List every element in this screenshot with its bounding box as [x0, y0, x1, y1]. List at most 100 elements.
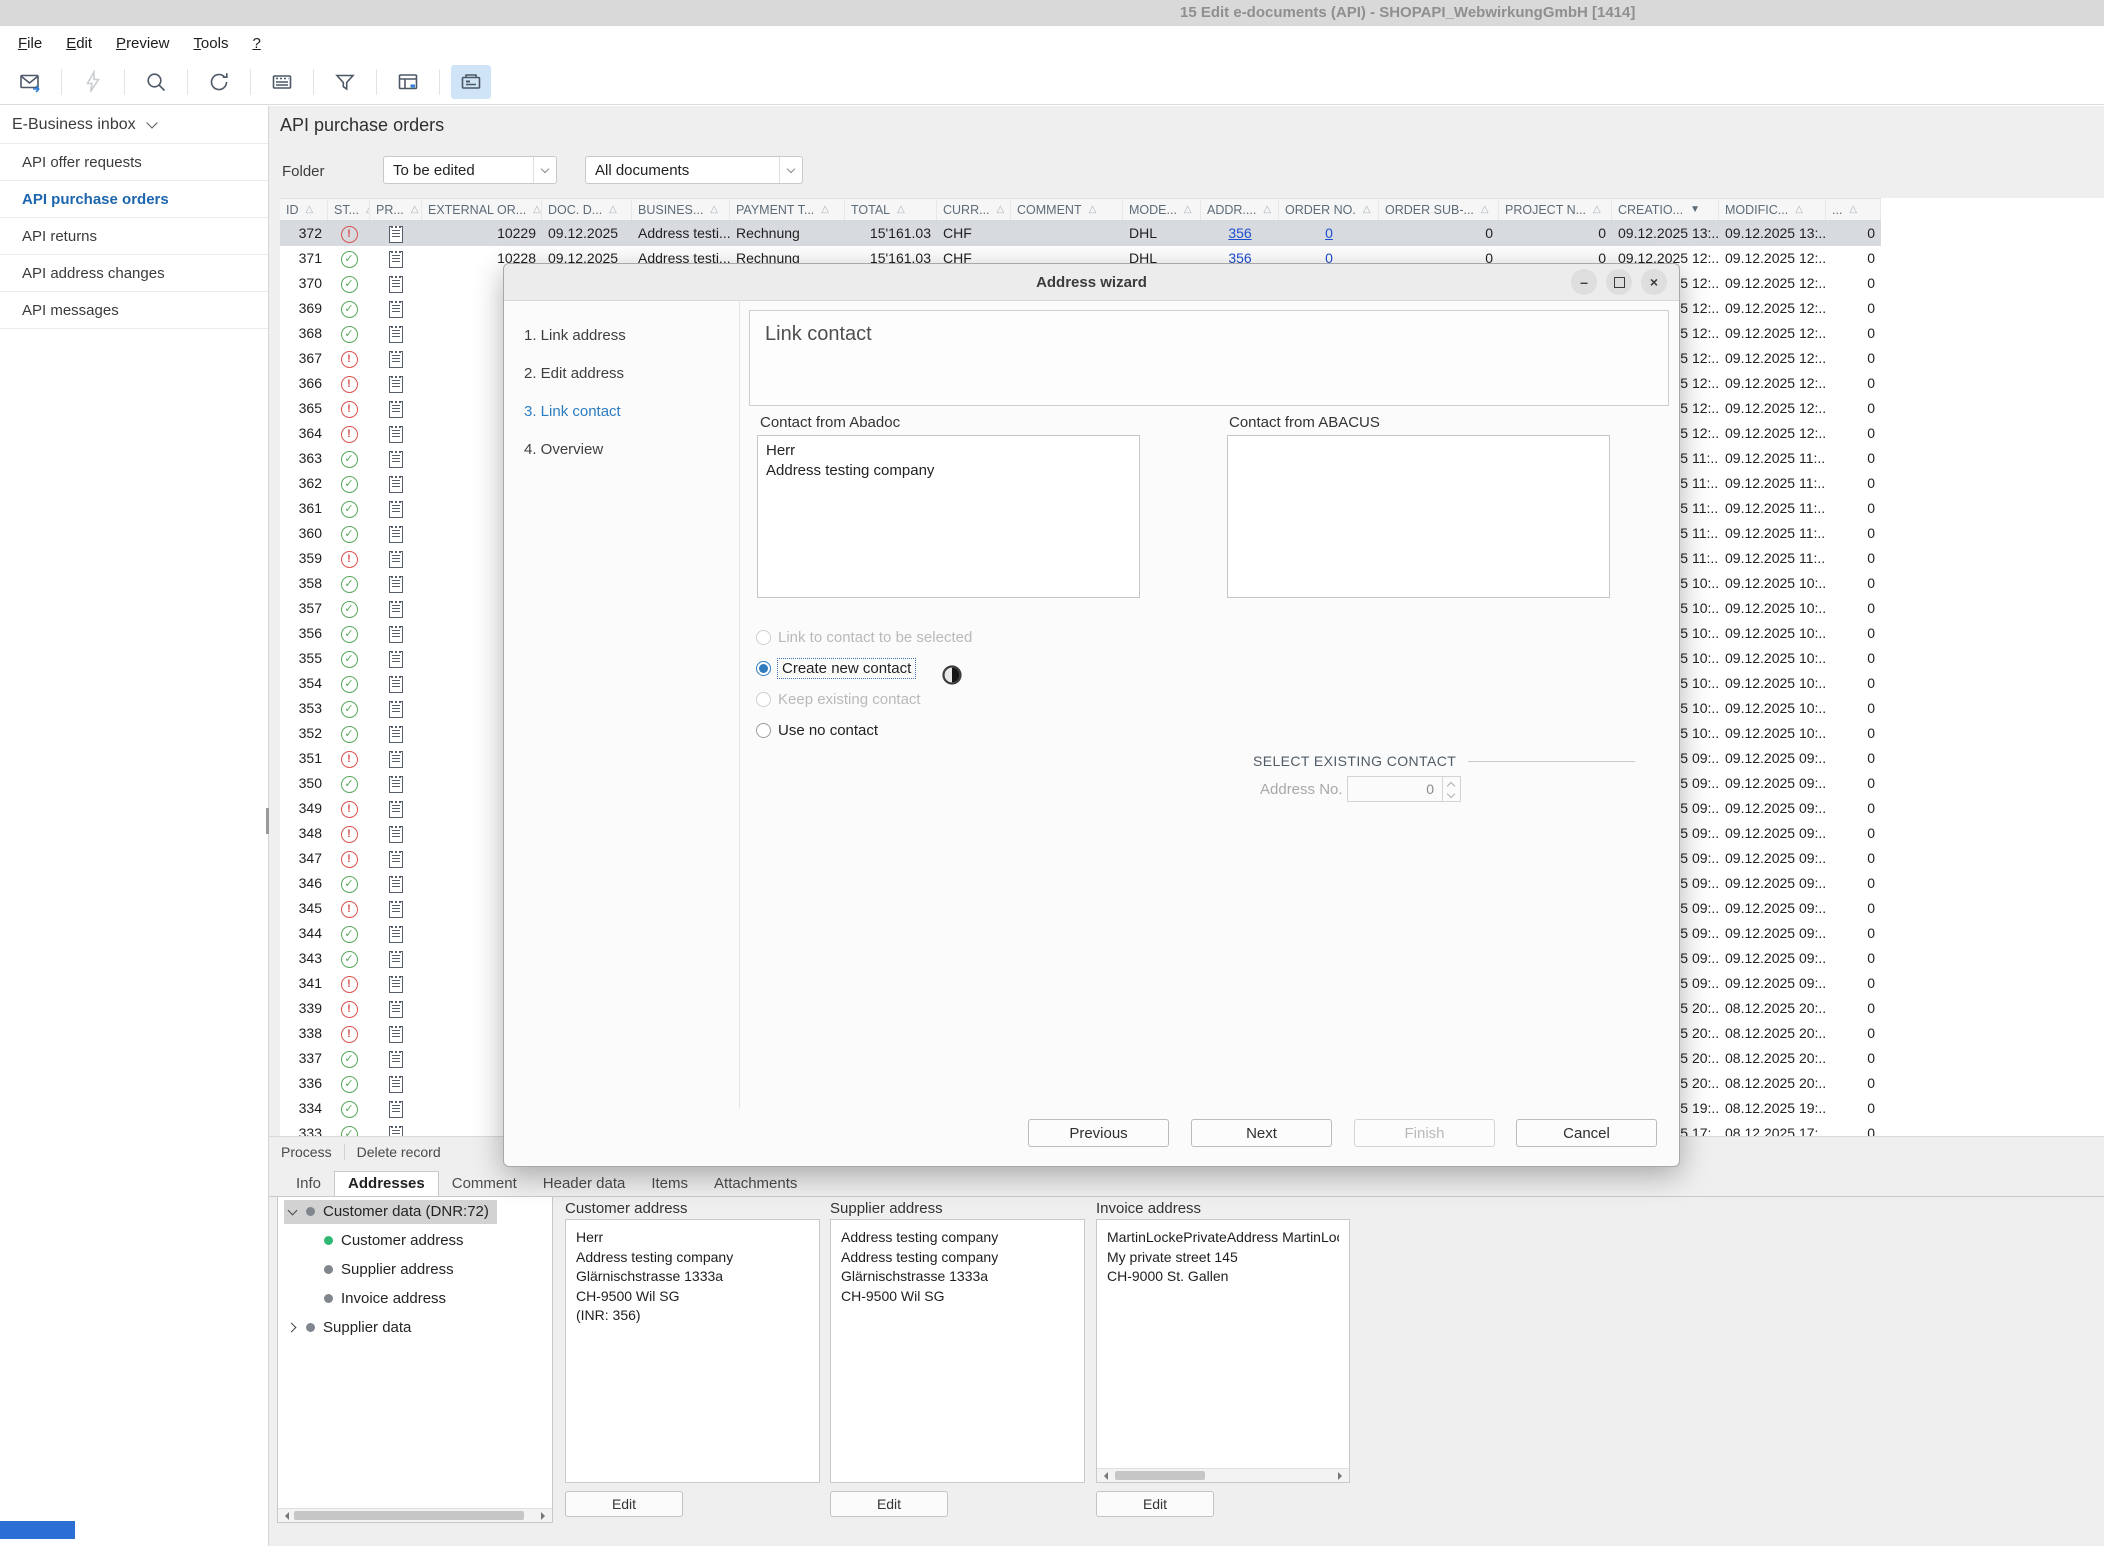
delete-record-link[interactable]: Delete record [345, 1144, 453, 1160]
cell-id: 349 [298, 800, 322, 816]
col-header-docd[interactable]: DOC. D... △ [542, 199, 632, 220]
tree-item-invoice-address[interactable]: Invoice address [278, 1284, 552, 1313]
tree-item-supplier-data[interactable]: Supplier data [278, 1313, 552, 1342]
tab-attachments[interactable]: Attachments [701, 1172, 810, 1196]
chevron-down-icon[interactable] [533, 157, 556, 183]
sidebar-header[interactable]: E-Business inbox [0, 106, 268, 144]
contact-list-item[interactable]: Address testing company [766, 461, 1131, 481]
toolbar-filter-icon[interactable] [325, 65, 365, 99]
scrollbar-thumb[interactable] [1115, 1471, 1205, 1480]
address-line: CH-9500 Wil SG [841, 1287, 945, 1304]
tab-info[interactable]: Info [283, 1172, 334, 1196]
menu-edit[interactable]: Edit [54, 35, 104, 52]
sidebar-item-api-returns[interactable]: API returns [0, 218, 268, 255]
abacus-contact-list[interactable] [1227, 435, 1610, 598]
radio-link-to-contact-to-be-selected[interactable]: Link to contact to be selected [756, 625, 972, 649]
tree-item-supplier-address[interactable]: Supplier address [278, 1255, 552, 1284]
sidebar-item-api-offer-requests[interactable]: API offer requests [0, 144, 268, 181]
previous-button[interactable]: Previous [1028, 1119, 1169, 1147]
document-icon [389, 1075, 403, 1093]
scroll-right-icon[interactable] [541, 1512, 549, 1520]
chevron-down-icon[interactable] [286, 1205, 300, 1219]
col-header-busines[interactable]: BUSINES... △ [632, 199, 730, 220]
sidebar-item-api-messages[interactable]: API messages [0, 292, 268, 329]
radio-label: Create new contact [776, 657, 917, 679]
close-icon[interactable]: × [1641, 269, 1667, 295]
abadoc-contact-list[interactable]: Herr Address testing company [757, 435, 1140, 598]
toolbar-table-window-icon[interactable] [388, 65, 428, 99]
next-button[interactable]: Next [1191, 1119, 1332, 1147]
scroll-right-icon[interactable] [1338, 1472, 1346, 1480]
edit-invoice-address-button[interactable]: Edit [1096, 1491, 1214, 1517]
col-header-ordersub[interactable]: ORDER SUB-... △ [1379, 199, 1499, 220]
col-header-addr[interactable]: ADDR.... △ [1201, 199, 1279, 220]
edit-customer-address-button[interactable]: Edit [565, 1491, 683, 1517]
vertical-scrollbar-thumb[interactable] [266, 808, 269, 834]
page-title: API purchase orders [280, 115, 445, 135]
wizard-step-4-overview[interactable]: 4. Overview [524, 441, 603, 458]
col-header-modific[interactable]: MODIFIC... △ [1719, 199, 1826, 220]
col-header-external[interactable]: EXTERNAL OR... △ [422, 199, 542, 220]
col-header-pr[interactable]: PR... △ [370, 199, 422, 220]
contact-list-item[interactable]: Herr [766, 441, 1131, 461]
maximize-icon[interactable] [1606, 269, 1632, 295]
toolbar-lightning-icon[interactable] [73, 65, 113, 99]
tab-items[interactable]: Items [638, 1172, 701, 1196]
edit-supplier-address-button[interactable]: Edit [830, 1491, 948, 1517]
tree-item-customer-address[interactable]: Customer address [278, 1226, 552, 1255]
address-no-input[interactable]: 0 [1347, 776, 1443, 802]
finish-button[interactable]: Finish [1354, 1119, 1495, 1147]
cell-more: 0 [1867, 475, 1875, 491]
col-header-curr[interactable]: CURR... △ [937, 199, 1011, 220]
col-header-comment[interactable]: COMMENT △ [1011, 199, 1123, 220]
col-header-creatio[interactable]: CREATIO... ▼ [1612, 199, 1719, 220]
cell-id: 357 [298, 600, 322, 616]
col-header-mode[interactable]: MODE... △ [1123, 199, 1201, 220]
col-header-payment[interactable]: PAYMENT T... △ [730, 199, 845, 220]
process-link[interactable]: Process [269, 1144, 344, 1160]
toolbar-send-document-icon[interactable] [10, 65, 50, 99]
wizard-step-3-link-contact[interactable]: 3. Link contact [524, 403, 621, 420]
scroll-left-icon[interactable] [1100, 1472, 1108, 1480]
col-header-project[interactable]: PROJECT N... △ [1499, 199, 1612, 220]
menu-item[interactable]: ? [240, 35, 272, 52]
table-row[interactable]: 372! 10229 09.12.2025 Address testi... Rechn… [280, 221, 1881, 246]
col-header-st[interactable]: ST...△ [328, 199, 370, 220]
tab-comment[interactable]: Comment [439, 1172, 530, 1196]
toolbar-preview-panel-icon[interactable] [451, 65, 491, 99]
addr-link[interactable]: 356 [1228, 225, 1251, 241]
sidebar-item-api-address-changes[interactable]: API address changes [0, 255, 268, 292]
chevron-right-icon[interactable] [286, 1321, 300, 1335]
col-header-more[interactable]: ... △ [1826, 199, 1881, 220]
tree-horizontal-scrollbar[interactable] [278, 1508, 552, 1522]
col-header-total[interactable]: TOTAL △ [845, 199, 937, 220]
scroll-left-icon[interactable] [281, 1512, 289, 1520]
wizard-step-2-edit-address[interactable]: 2. Edit address [524, 365, 624, 382]
orderno-link[interactable]: 0 [1325, 225, 1333, 241]
scrollbar-thumb[interactable] [294, 1511, 524, 1520]
toolbar-search-icon[interactable] [136, 65, 176, 99]
chevron-down-icon[interactable] [779, 157, 802, 183]
menu-tools[interactable]: Tools [181, 35, 240, 52]
minimize-icon[interactable]: – [1571, 269, 1597, 295]
folder-select[interactable]: To be edited [383, 156, 557, 184]
documents-select[interactable]: All documents [585, 156, 803, 184]
col-header-id[interactable]: ID △ [280, 199, 328, 220]
col-header-orderno[interactable]: ORDER NO. △ [1279, 199, 1379, 220]
tree-item-customer-data-dnr-72[interactable]: Customer data (DNR:72) [278, 1197, 552, 1226]
panel-horizontal-scrollbar[interactable] [1097, 1468, 1349, 1482]
address-line: Address testing company [576, 1248, 734, 1265]
toolbar-numpad-icon[interactable] [262, 65, 302, 99]
address-no-spinner[interactable] [1443, 776, 1461, 802]
radio-create-new-contact[interactable]: Create new contact [756, 656, 917, 680]
tab-header-data[interactable]: Header data [530, 1172, 639, 1196]
menu-preview[interactable]: Preview [104, 35, 181, 52]
menu-file[interactable]: File [6, 35, 54, 52]
toolbar-refresh-icon[interactable] [199, 65, 239, 99]
wizard-step-1-link-address[interactable]: 1. Link address [524, 327, 626, 344]
radio-keep-existing-contact[interactable]: Keep existing contact [756, 687, 921, 711]
sidebar-item-api-purchase-orders[interactable]: API purchase orders [0, 181, 268, 218]
tab-addresses[interactable]: Addresses [334, 1171, 439, 1197]
cancel-button[interactable]: Cancel [1516, 1119, 1657, 1147]
radio-use-no-contact[interactable]: Use no contact [756, 718, 878, 742]
